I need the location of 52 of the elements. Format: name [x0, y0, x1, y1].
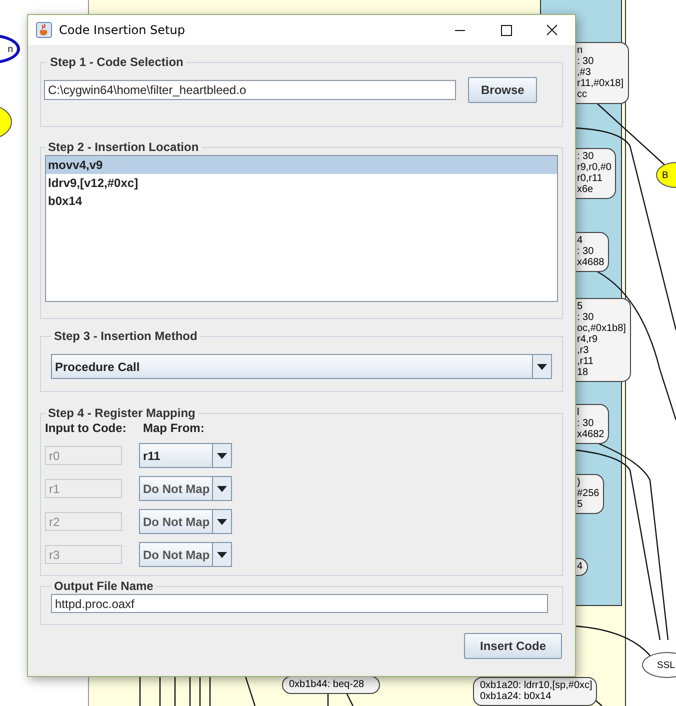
node-text: 5	[577, 499, 584, 510]
node-text: : 30	[577, 418, 595, 429]
node-text: 0xb1a20: ldrr10,[sp,#0xc]	[480, 680, 592, 691]
node-text: oc,#0x1b8]	[577, 323, 626, 334]
node-text: 4	[577, 561, 583, 572]
node-text: 0xb1a24: b0x14	[480, 691, 552, 702]
section-title: Step 1 - Code Selection	[49, 55, 184, 69]
node-text: ,r3	[577, 345, 590, 356]
ellipse-label: n	[8, 44, 13, 54]
output-file-field[interactable]: httpd.proc.oaxf	[51, 594, 548, 613]
node-text: cc	[577, 89, 588, 100]
node-text: x4682	[577, 429, 604, 440]
node-text: x4688	[577, 257, 604, 268]
insert-code-button[interactable]: Insert Code	[464, 633, 562, 659]
list-item[interactable]: b0x14	[46, 192, 557, 210]
node-text: ,#3	[577, 67, 592, 78]
register-dropdown[interactable]: r11	[139, 443, 232, 468]
node-text: r0,r11	[577, 173, 604, 184]
section-title: Step 3 - Insertion Method	[53, 329, 198, 343]
node-text: : 30	[577, 312, 595, 323]
node-text: : 30	[577, 246, 595, 257]
node-text: l	[577, 407, 580, 418]
ellipse-label: SSL	[657, 660, 675, 670]
register-dropdown[interactable]: Do Not Map	[139, 542, 232, 567]
node-text: : 30	[577, 151, 595, 162]
register-dropdown[interactable]: Do Not Map	[139, 476, 232, 501]
register-dropdown[interactable]: Do Not Map	[139, 509, 232, 534]
window-title: Code Insertion Setup	[59, 23, 186, 37]
node-text: 4	[577, 235, 583, 246]
node-text: 18	[577, 367, 590, 378]
node-text: n	[577, 45, 583, 56]
node-text: 5	[577, 301, 583, 312]
section-title: Step 4 - Register Mapping	[47, 406, 196, 420]
browse-button[interactable]: Browse	[468, 77, 538, 103]
method-dropdown[interactable]: Procedure Call	[51, 354, 552, 379]
node-text: r4,r9	[577, 334, 599, 345]
list-item[interactable]: movv4,v9	[46, 156, 557, 174]
ellipse-label: B	[662, 170, 668, 180]
node-text: 0xb1b44: beq-28	[289, 679, 366, 690]
node-text: r11,#0x18]	[577, 78, 624, 89]
node-text: #256	[577, 488, 600, 499]
node-text: : 30	[577, 56, 595, 67]
node-text: r9,r0,#0	[577, 162, 612, 173]
section-title: Step 2 - Insertion Location	[47, 140, 200, 154]
column-heading: Input to Code:	[45, 421, 128, 435]
section-title: Output File Name	[53, 579, 154, 593]
file-path-field[interactable]: C:\cygwin64\home\filter_heartbleed.o	[44, 80, 456, 100]
node-text: ,r11	[577, 356, 594, 367]
list-item[interactable]: ldrv9,[v12,#0xc]	[46, 174, 557, 192]
node-text: x6e	[577, 184, 594, 195]
node-text: )	[577, 477, 582, 488]
column-heading: Map From:	[143, 421, 204, 435]
